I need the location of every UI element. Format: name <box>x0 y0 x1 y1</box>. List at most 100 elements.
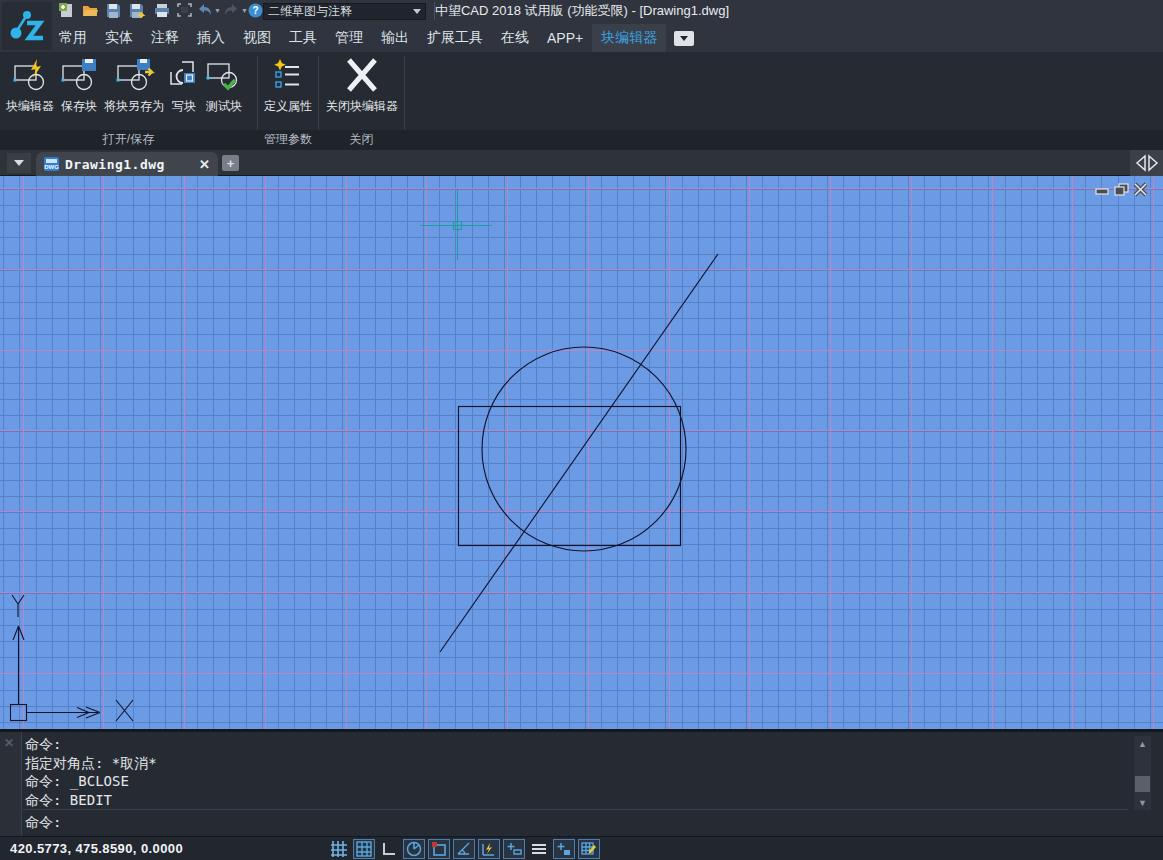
command-panel-gutter: ✕ <box>0 732 22 836</box>
overflow-arrow-icon <box>680 36 688 41</box>
ribbon-tab-1[interactable]: 实体 <box>96 24 142 52</box>
command-history-line: 命令: _BCLOSE <box>25 772 1125 791</box>
ribbon-tab-11[interactable]: 块编辑器 <box>592 24 666 52</box>
workspace-dropdown-value: 二维草图与注释 <box>268 4 352 18</box>
ribbon-tab-6[interactable]: 管理 <box>326 24 372 52</box>
document-tab[interactable]: DWG Drawing1.dwg ✕ <box>36 152 218 176</box>
tab-scroll-arrows-icon <box>1134 154 1160 172</box>
ribbon-tab-overflow-button[interactable] <box>674 31 694 46</box>
scroll-up-icon[interactable]: ▲ <box>1134 736 1151 751</box>
command-history-line: 命令: <box>25 735 1125 754</box>
command-close-icon[interactable]: ✕ <box>4 736 14 750</box>
close-block-editor-icon <box>320 54 404 96</box>
svg-text:?: ? <box>252 5 258 16</box>
drawing-canvas[interactable] <box>0 176 1163 732</box>
viewport-window-controls[interactable] <box>1096 184 1146 195</box>
entity-circle[interactable] <box>482 347 686 551</box>
open-file-icon[interactable] <box>82 3 99 19</box>
ribbon-button-block-editor[interactable]: 块编辑器 <box>2 54 58 115</box>
document-tab-label: Drawing1.dwg <box>65 157 165 172</box>
ribbon-tab-5[interactable]: 工具 <box>280 24 326 52</box>
title-bar: ▼ ▼ ? 二维草图与注释 中望CAD 2018 试用版 (功能受限) - [D… <box>0 0 1163 52</box>
command-history-line: 命令: BEDIT <box>25 791 1125 810</box>
polar-toggle-icon[interactable] <box>403 839 425 859</box>
save-block-as-icon <box>100 54 168 96</box>
command-input[interactable]: 命令: <box>25 813 61 832</box>
grid-lines <box>0 176 1163 729</box>
command-line-panel: ✕ 命令:指定对角点: *取消*命令: _BCLOSE命令: BEDIT 命令:… <box>0 732 1163 836</box>
new-file-icon[interactable] <box>58 3 75 19</box>
save-icon[interactable] <box>106 3 123 19</box>
status-toggles <box>328 838 600 860</box>
scroll-thumb[interactable] <box>1135 776 1150 792</box>
ribbon-tab-2[interactable]: 注释 <box>142 24 188 52</box>
document-tab-bar: DWG Drawing1.dwg ✕ + <box>0 150 1163 176</box>
ribbon-button-test-block[interactable]: 测试块 <box>200 54 248 115</box>
ribbon-tab-10[interactable]: APP+ <box>538 25 592 51</box>
ribbon-group-open-save: 打开/保存 <box>0 130 257 150</box>
ribbon-button-label: 保存块 <box>58 98 100 115</box>
ribbon-button-label: 将块另存为 <box>100 98 168 115</box>
ribbon-button-label: 写块 <box>168 98 200 115</box>
undo-icon[interactable] <box>196 3 213 19</box>
ribbon-button-save-block[interactable]: 保存块 <box>58 54 100 115</box>
save-as-icon[interactable] <box>129 3 146 19</box>
preview-icon[interactable] <box>177 3 194 19</box>
ribbon-button-label: 块编辑器 <box>2 98 58 115</box>
window-title: 中望CAD 2018 试用版 (功能受限) - [Drawing1.dwg] <box>357 0 807 22</box>
annotation-toggle-icon[interactable] <box>578 839 600 859</box>
print-icon[interactable] <box>154 3 171 19</box>
command-separator <box>23 809 1128 810</box>
snap-toggle-icon[interactable] <box>328 839 350 859</box>
ribbon-button-label: 测试块 <box>200 98 248 115</box>
ribbon-tab-8[interactable]: 扩展工具 <box>418 24 492 52</box>
new-tab-button[interactable]: + <box>222 155 239 171</box>
block-editor-icon <box>2 54 58 96</box>
esnap-toggle-icon[interactable] <box>428 839 450 859</box>
scroll-down-icon[interactable]: ▼ <box>1134 795 1151 810</box>
test-block-icon <box>200 54 248 96</box>
write-block-icon <box>168 54 200 96</box>
dyn-input-toggle-icon[interactable] <box>553 839 575 859</box>
angle-snap-toggle-icon[interactable] <box>453 839 475 859</box>
ribbon-group-manage-params: 管理参数 <box>258 130 318 150</box>
ribbon-tab-3[interactable]: 插入 <box>188 24 234 52</box>
dropdown-arrow-icon <box>14 160 24 166</box>
ribbon-group-close: 关闭 <box>319 130 404 150</box>
tab-list-dropdown[interactable] <box>7 153 31 173</box>
ribbon-button-write-block[interactable]: 写块 <box>168 54 200 115</box>
ribbon-tab-bar: 常用实体注释插入视图工具管理输出扩展工具在线APP+块编辑器 <box>50 24 694 52</box>
viewport-minimize-icon[interactable] <box>1096 189 1108 194</box>
menu-icon[interactable] <box>528 839 550 859</box>
zwcad-window: ▼ ▼ ? 二维草图与注释 中望CAD 2018 试用版 (功能受限) - [D… <box>0 0 1163 860</box>
ribbon-button-define-attribute[interactable]: 定义属性 <box>260 54 316 115</box>
ribbon-panel: 块编辑器 保存块 <box>0 52 1163 150</box>
ribbon-button-label: 定义属性 <box>260 98 316 115</box>
undo-dropdown-icon[interactable]: ▼ <box>214 7 222 14</box>
otrack-toggle-icon[interactable] <box>478 839 500 859</box>
viewport-restore-icon[interactable] <box>1115 184 1128 195</box>
zwcad-logo-icon[interactable] <box>2 2 52 50</box>
ribbon-tab-0[interactable]: 常用 <box>50 24 96 52</box>
tab-close-icon[interactable]: ✕ <box>199 157 210 172</box>
command-history-line: 指定对角点: *取消* <box>25 754 1125 773</box>
tab-scroll-buttons[interactable] <box>1130 150 1163 176</box>
lineweight-toggle-icon[interactable] <box>503 839 525 859</box>
save-block-icon <box>58 54 100 96</box>
ribbon-tab-7[interactable]: 输出 <box>372 24 418 52</box>
ortho-toggle-icon[interactable] <box>378 839 400 859</box>
ribbon-tab-4[interactable]: 视图 <box>234 24 280 52</box>
coordinates-display: 420.5773, 475.8590, 0.0000 <box>10 841 183 856</box>
ribbon-tab-9[interactable]: 在线 <box>492 24 538 52</box>
svg-text:DWG: DWG <box>44 164 59 170</box>
redo-icon[interactable] <box>223 3 240 19</box>
define-attribute-icon <box>260 54 316 96</box>
ribbon-button-save-block-as[interactable]: 将块另存为 <box>100 54 168 115</box>
ribbon-button-close-block-editor[interactable]: 关闭块编辑器 <box>320 54 404 115</box>
status-bar: 420.5773, 475.8590, 0.0000 <box>0 836 1163 860</box>
ribbon-group-labels: 打开/保存 管理参数 关闭 <box>0 130 1163 150</box>
command-history: 命令:指定对角点: *取消*命令: _BCLOSE命令: BEDIT <box>25 735 1125 809</box>
command-scrollbar[interactable]: ▲ ▼ <box>1134 736 1151 810</box>
grid-toggle-icon[interactable] <box>353 839 375 859</box>
dwg-file-icon: DWG <box>44 157 59 171</box>
